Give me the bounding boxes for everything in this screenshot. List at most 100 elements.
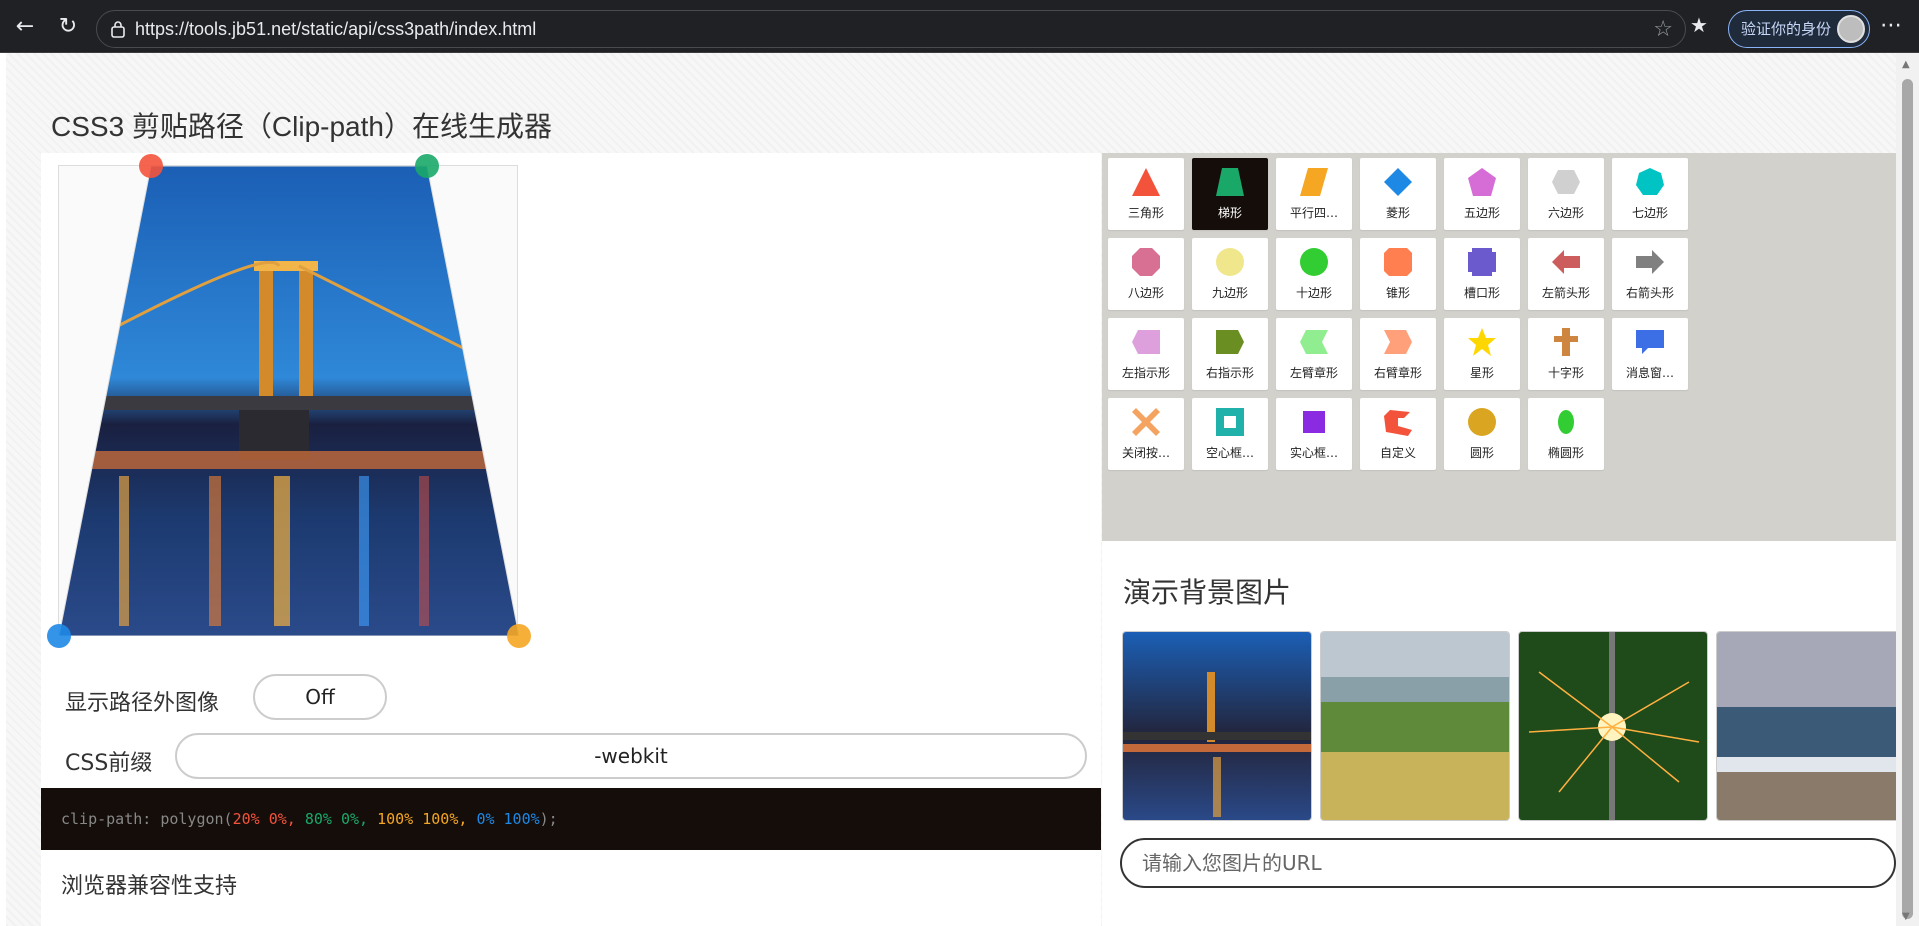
back-icon[interactable]: ← — [10, 12, 40, 42]
shape-label: 七边形 — [1631, 206, 1668, 220]
shape-option[interactable]: 右指示形 — [1192, 318, 1268, 390]
clip-path-editor[interactable] — [47, 154, 531, 648]
page-title: CSS3 剪贴路径（Clip-path）在线生成器 — [51, 111, 552, 142]
shape-option[interactable]: 星形 — [1444, 318, 1520, 390]
url-text: https://tools.jb51.net/static/api/css3pa… — [135, 19, 537, 39]
shape-option[interactable]: 锥形 — [1360, 238, 1436, 310]
prefix-select[interactable]: -webkit — [175, 733, 1087, 779]
shape-option[interactable]: 实心框… — [1276, 398, 1352, 470]
shape-option[interactable]: 八边形 — [1108, 238, 1184, 310]
shape-label: 右指示形 — [1205, 366, 1254, 380]
shape-label: 三角形 — [1127, 206, 1164, 220]
bridge-thumbnail[interactable] — [1122, 631, 1312, 821]
path-handle-4[interactable] — [47, 624, 71, 648]
shape-option[interactable]: 右箭头形 — [1612, 238, 1688, 310]
shape-option[interactable]: 自定义 — [1360, 398, 1436, 470]
shape-label: 十字形 — [1547, 366, 1584, 380]
right-chevron-icon — [1384, 330, 1412, 354]
shape-option[interactable]: 六边形 — [1528, 158, 1604, 230]
page-scrollbar[interactable]: ▲ ▼ — [1896, 53, 1919, 926]
shape-label: 锥形 — [1385, 286, 1410, 300]
code-fn: clip-path: polygon( — [61, 810, 233, 828]
left-point-icon — [1132, 330, 1160, 354]
sparkler-thumbnail[interactable] — [1518, 631, 1708, 821]
more-menu-icon[interactable]: ⋯ — [1880, 13, 1902, 38]
shape-option[interactable]: 椭圆形 — [1528, 398, 1604, 470]
shape-option[interactable]: 左指示形 — [1108, 318, 1184, 390]
shape-option[interactable]: 左臂章形 — [1276, 318, 1352, 390]
shape-label: 关闭按… — [1121, 446, 1170, 460]
shape-option[interactable]: 菱形 — [1360, 158, 1436, 230]
ellipse-icon — [1558, 410, 1574, 434]
lock-icon — [111, 21, 125, 38]
path-handle-1[interactable] — [139, 154, 163, 178]
countryside-thumbnail[interactable] — [1320, 631, 1510, 821]
address-bar[interactable]: https://tools.jb51.net/static/api/css3pa… — [96, 10, 1686, 48]
bevel-icon — [1384, 248, 1412, 276]
scrollbar-thumb[interactable] — [1902, 79, 1913, 919]
shape-label: 八边形 — [1127, 286, 1164, 300]
path-handle-3[interactable] — [507, 624, 531, 648]
shape-label: 圆形 — [1469, 446, 1494, 460]
image-url-input[interactable]: 请输入您图片的URL — [1120, 838, 1896, 888]
shape-option[interactable]: 关闭按… — [1108, 398, 1184, 470]
shape-option[interactable]: 槽口形 — [1444, 238, 1520, 310]
shape-label: 消息窗… — [1625, 366, 1674, 380]
shape-option[interactable]: 十字形 — [1528, 318, 1604, 390]
css-output[interactable]: clip-path: polygon(20% 0%, 80% 0%, 100% … — [41, 788, 1101, 850]
shape-label: 左臂章形 — [1289, 366, 1338, 380]
hexagon-icon — [1552, 170, 1580, 194]
right-arrow-icon — [1636, 250, 1664, 274]
verify-label: 验证你的身份 — [1741, 20, 1832, 38]
compat-heading: 浏览器兼容性支持 — [61, 874, 238, 899]
close-icon — [1132, 408, 1160, 436]
show-outside-label: 显示路径外图像 — [65, 691, 220, 716]
shape-label: 菱形 — [1385, 206, 1410, 220]
show-outside-toggle[interactable]: Off — [253, 674, 387, 720]
shape-option[interactable]: 三角形 — [1108, 158, 1184, 230]
shape-option[interactable]: 九边形 — [1192, 238, 1268, 310]
code-point-4: 0% 100% — [476, 810, 540, 828]
parallelogram-icon — [1300, 168, 1328, 196]
shape-label: 椭圆形 — [1547, 446, 1584, 460]
triangle-icon — [1132, 168, 1160, 196]
star-icon — [1468, 328, 1496, 356]
code-point-3: 100% 100%, — [377, 810, 477, 828]
verify-identity-button[interactable]: 验证你的身份 — [1728, 10, 1870, 48]
inset-icon — [1303, 411, 1325, 433]
shape-option[interactable]: 右臂章形 — [1360, 318, 1436, 390]
shape-option[interactable]: 空心框… — [1192, 398, 1268, 470]
rhombus-icon — [1384, 168, 1412, 196]
editor-panel: 显示路径外图像 Off CSS前缀 -webkit clip-path: pol… — [41, 153, 1101, 926]
cross-icon — [1554, 328, 1578, 356]
code-end: ); — [539, 810, 558, 828]
reload-icon[interactable]: ↻ — [53, 12, 83, 42]
shape-option[interactable]: 五边形 — [1444, 158, 1520, 230]
octagon-icon — [1132, 248, 1160, 276]
shape-option[interactable]: 消息窗… — [1612, 318, 1688, 390]
path-handle-2[interactable] — [415, 154, 439, 178]
shape-option[interactable]: 十边形 — [1276, 238, 1352, 310]
decagon-icon — [1300, 248, 1328, 276]
avatar — [1837, 15, 1865, 43]
left-arrow-icon — [1552, 250, 1580, 274]
nonagon-icon — [1216, 248, 1244, 276]
shape-option[interactable]: 七边形 — [1612, 158, 1688, 230]
clipped-image-preview — [59, 166, 519, 636]
shape-label: 槽口形 — [1463, 286, 1500, 300]
shape-label: 五边形 — [1463, 206, 1500, 220]
scroll-up-icon[interactable]: ▲ — [1902, 59, 1910, 70]
page-content: CSS3 剪贴路径（Clip-path）在线生成器 显示路径外图像 Off CS… — [6, 53, 1896, 926]
shape-option[interactable]: 左箭头形 — [1528, 238, 1604, 310]
shape-label: 星形 — [1469, 366, 1494, 380]
shape-option[interactable]: 平行四… — [1276, 158, 1352, 230]
browser-toolbar: ← ↻ https://tools.jb51.net/static/api/cs… — [0, 0, 1919, 53]
favorites-icon[interactable]: ★ — [1690, 13, 1708, 37]
ocean-thumbnail[interactable] — [1716, 631, 1896, 821]
shape-grid: 三角形 梯形 平行四… 菱形 五边形 六边形 七边形八边形 九边形 十边形 锥形 槽口形 左箭头形 右箭… — [1102, 153, 1896, 541]
shape-option[interactable]: 梯形 — [1192, 158, 1268, 230]
shape-option[interactable]: 圆形 — [1444, 398, 1520, 470]
bookmark-star-icon[interactable]: ☆ — [1653, 17, 1673, 42]
shape-label: 自定义 — [1379, 446, 1416, 460]
scroll-down-icon[interactable]: ▼ — [1902, 911, 1910, 922]
